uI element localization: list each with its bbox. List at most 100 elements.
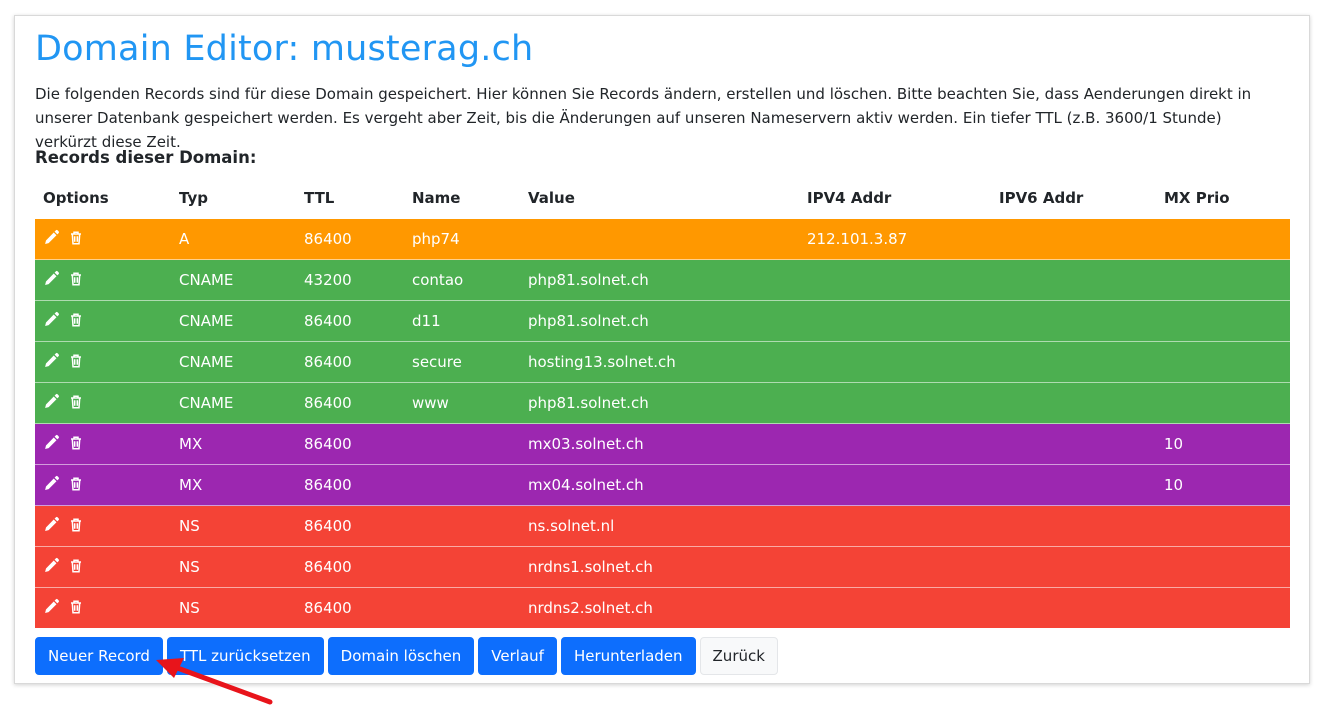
cell-ipv6 xyxy=(991,341,1156,383)
cell-ipv6 xyxy=(991,382,1156,424)
delete-domain-button[interactable]: Domain löschen xyxy=(327,637,475,675)
records-heading: Records dieser Domain: xyxy=(35,148,257,167)
pencil-icon[interactable] xyxy=(43,393,60,414)
cell-mxprio xyxy=(1156,546,1290,588)
cell-ipv4 xyxy=(799,300,991,342)
cell-mxprio xyxy=(1156,218,1290,260)
annotation-arrow xyxy=(156,658,273,705)
trash-icon[interactable] xyxy=(68,352,84,373)
cell-ttl: 86400 xyxy=(296,341,404,383)
trash-icon[interactable] xyxy=(68,229,84,250)
download-button[interactable]: Herunterladen xyxy=(560,637,696,675)
cell-ttl: 86400 xyxy=(296,218,404,260)
trash-icon[interactable] xyxy=(68,598,84,619)
cell-type: CNAME xyxy=(171,300,296,342)
cell-ttl: 86400 xyxy=(296,382,404,424)
pencil-icon[interactable] xyxy=(43,557,60,578)
trash-icon[interactable] xyxy=(68,434,84,455)
row-options xyxy=(35,546,171,588)
cell-ipv4 xyxy=(799,341,991,383)
row-options xyxy=(35,382,171,424)
intro-text: Die folgenden Records sind für diese Dom… xyxy=(35,85,1252,151)
records-table: Options Typ TTL Name Value IPV4 Addr IPV… xyxy=(35,178,1290,628)
row-options xyxy=(35,505,171,547)
trash-icon[interactable] xyxy=(68,475,84,496)
pencil-icon[interactable] xyxy=(43,311,60,332)
row-options xyxy=(35,464,171,506)
cell-type: A xyxy=(171,218,296,260)
cell-ttl: 43200 xyxy=(296,259,404,301)
cell-value: nrdns1.solnet.ch xyxy=(520,546,799,588)
header-ipv6: IPV6 Addr xyxy=(999,189,1084,207)
cell-ipv4 xyxy=(799,464,991,506)
cell-type: NS xyxy=(171,505,296,547)
cell-mxprio xyxy=(1156,382,1290,424)
cell-ipv6 xyxy=(991,300,1156,342)
cell-type: NS xyxy=(171,546,296,588)
table-row: MX 86400 mx04.solnet.ch 10 xyxy=(35,464,1290,506)
row-options xyxy=(35,341,171,383)
cell-ipv6 xyxy=(991,218,1156,260)
cell-ttl: 86400 xyxy=(296,300,404,342)
cell-ipv4: 212.101.3.87 xyxy=(799,218,991,260)
cell-type: CNAME xyxy=(171,382,296,424)
cell-name: php74 xyxy=(404,218,520,260)
cell-ttl: 86400 xyxy=(296,423,404,465)
table-row: NS 86400 ns.solnet.nl xyxy=(35,505,1290,547)
cell-ttl: 86400 xyxy=(296,546,404,588)
table-row: CNAME 43200 contao php81.solnet.ch xyxy=(35,259,1290,301)
pencil-icon[interactable] xyxy=(43,475,60,496)
cell-mxprio: 10 xyxy=(1156,464,1290,506)
cell-mxprio xyxy=(1156,259,1290,301)
cell-name: d11 xyxy=(404,300,520,342)
trash-icon[interactable] xyxy=(68,311,84,332)
new-record-button[interactable]: Neuer Record xyxy=(35,637,163,675)
cell-mxprio xyxy=(1156,587,1290,628)
pencil-icon[interactable] xyxy=(43,229,60,250)
back-button[interactable]: Zurück xyxy=(699,637,778,675)
cell-ttl: 86400 xyxy=(296,464,404,506)
trash-icon[interactable] xyxy=(68,270,84,291)
cell-type: CNAME xyxy=(171,259,296,301)
cell-ipv4 xyxy=(799,259,991,301)
row-options xyxy=(35,259,171,301)
cell-ipv4 xyxy=(799,423,991,465)
table-row: A 86400 php74 212.101.3.87 xyxy=(35,218,1290,260)
pencil-icon[interactable] xyxy=(43,352,60,373)
table-row: CNAME 86400 www php81.solnet.ch xyxy=(35,382,1290,424)
row-options xyxy=(35,218,171,260)
cell-name xyxy=(404,423,520,465)
pencil-icon[interactable] xyxy=(43,598,60,619)
header-mx-prio: MX Prio xyxy=(1164,189,1230,207)
cell-type: MX xyxy=(171,464,296,506)
cell-mxprio xyxy=(1156,505,1290,547)
cell-type: MX xyxy=(171,423,296,465)
cell-name: contao xyxy=(404,259,520,301)
header-name: Name xyxy=(412,189,461,207)
cell-ipv6 xyxy=(991,259,1156,301)
pencil-icon[interactable] xyxy=(43,434,60,455)
cell-type: CNAME xyxy=(171,341,296,383)
header-ipv4: IPV4 Addr xyxy=(807,189,892,207)
pencil-icon[interactable] xyxy=(43,516,60,537)
cell-name: www xyxy=(404,382,520,424)
header-type: Typ xyxy=(179,189,208,207)
trash-icon[interactable] xyxy=(68,557,84,578)
cell-name: secure xyxy=(404,341,520,383)
cell-value: php81.solnet.ch xyxy=(520,382,799,424)
trash-icon[interactable] xyxy=(68,516,84,537)
cell-ttl: 86400 xyxy=(296,587,404,628)
page-title: Domain Editor: musterag.ch xyxy=(35,29,534,69)
cell-ipv6 xyxy=(991,505,1156,547)
header-value: Value xyxy=(528,189,575,207)
cell-value: mx03.solnet.ch xyxy=(520,423,799,465)
trash-icon[interactable] xyxy=(68,393,84,414)
cell-value: mx04.solnet.ch xyxy=(520,464,799,506)
table-row: NS 86400 nrdns1.solnet.ch xyxy=(35,546,1290,588)
cell-mxprio xyxy=(1156,300,1290,342)
action-buttons: Neuer Record TTL zurücksetzen Domain lös… xyxy=(35,637,778,675)
cell-ipv6 xyxy=(991,423,1156,465)
pencil-icon[interactable] xyxy=(43,270,60,291)
cell-mxprio xyxy=(1156,341,1290,383)
history-button[interactable]: Verlauf xyxy=(478,637,557,675)
